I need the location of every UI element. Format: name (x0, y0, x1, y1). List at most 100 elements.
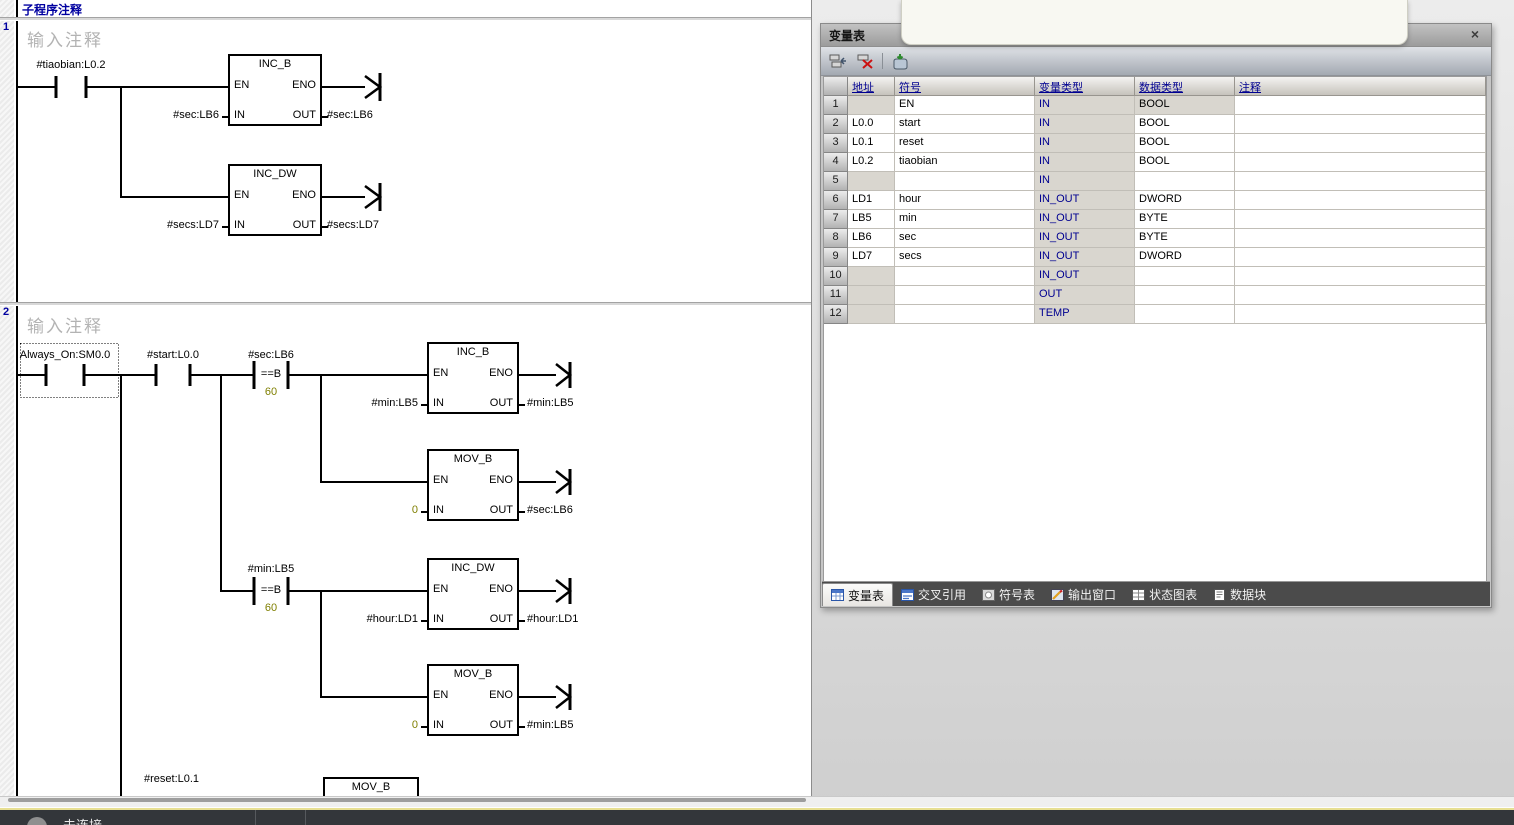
cell-vartype[interactable]: IN (1035, 172, 1135, 191)
operand-label[interactable]: #secs:LD7 (327, 219, 379, 232)
tab-data-block[interactable]: 数据块 (1205, 583, 1274, 606)
compare-operand[interactable]: #min:LB5 (221, 563, 321, 576)
cell-symbol[interactable]: reset (895, 134, 1035, 153)
operand-label[interactable]: #hour:LD1 (527, 613, 578, 626)
cell-address[interactable]: L0.2 (848, 153, 895, 172)
cell-datatype[interactable] (1135, 305, 1235, 324)
insert-row-button[interactable] (828, 52, 848, 70)
contact-label[interactable]: #tiaobian:L0.2 (21, 59, 121, 72)
compare-constant[interactable]: 60 (221, 602, 321, 615)
cell-datatype[interactable]: BOOL (1135, 134, 1235, 153)
row-number[interactable]: 6 (824, 191, 848, 210)
cell-datatype[interactable] (1135, 172, 1235, 191)
delete-row-button[interactable] (855, 52, 875, 70)
row-number[interactable]: 8 (824, 229, 848, 248)
cell-address[interactable]: LB6 (848, 229, 895, 248)
cell-symbol[interactable]: start (895, 115, 1035, 134)
contact-label[interactable]: #start:L0.0 (123, 349, 223, 362)
cell-symbol[interactable]: hour (895, 191, 1035, 210)
cell-vartype[interactable]: IN (1035, 134, 1135, 153)
scrollbar-thumb[interactable] (8, 798, 806, 802)
cell-address[interactable]: LD1 (848, 191, 895, 210)
block-title[interactable]: MOV_B (428, 453, 518, 466)
tab-status-chart[interactable]: 状态图表 (1124, 583, 1205, 606)
constant-operand[interactable]: 0 (339, 719, 418, 732)
cell-address[interactable]: LD7 (848, 248, 895, 267)
contact-start[interactable] (156, 364, 190, 386)
block-title[interactable]: MOV_B (428, 668, 518, 681)
close-icon[interactable]: × (1467, 27, 1483, 43)
row-number[interactable]: 11 (824, 286, 848, 305)
program-comment[interactable]: 子程序注释 (22, 1, 82, 18)
constant-operand[interactable]: 0 (339, 504, 418, 517)
cell-address[interactable]: L0.0 (848, 115, 895, 134)
operand-label[interactable]: #sec:LB6 (140, 109, 219, 122)
cell-address[interactable] (848, 96, 895, 115)
row-number[interactable]: 2 (824, 115, 848, 134)
row-number[interactable]: 9 (824, 248, 848, 267)
compare-operand[interactable]: #sec:LB6 (221, 349, 321, 362)
cell-datatype[interactable]: BOOL (1135, 115, 1235, 134)
cell-symbol[interactable] (895, 267, 1035, 286)
cell-symbol[interactable] (895, 286, 1035, 305)
cell-datatype[interactable]: BOOL (1135, 96, 1235, 115)
cell-comment[interactable] (1235, 229, 1486, 248)
operand-label[interactable]: #secs:LD7 (140, 219, 219, 232)
network-1-comment[interactable]: 输入注释 (27, 26, 103, 51)
cell-symbol[interactable] (895, 305, 1035, 324)
cell-vartype[interactable]: IN (1035, 153, 1135, 172)
cell-comment[interactable] (1235, 134, 1486, 153)
compare-constant[interactable]: 60 (221, 386, 321, 399)
cell-address[interactable]: LB5 (848, 210, 895, 229)
contact-tiaobian[interactable] (56, 76, 86, 98)
cell-comment[interactable] (1235, 210, 1486, 229)
cell-datatype[interactable] (1135, 286, 1235, 305)
network-2-comment[interactable]: 输入注释 (27, 312, 103, 337)
cell-datatype[interactable]: BYTE (1135, 229, 1235, 248)
cell-comment[interactable] (1235, 305, 1486, 324)
cell-address[interactable] (848, 172, 895, 191)
block-title[interactable]: INC_B (229, 58, 321, 71)
cell-vartype[interactable]: IN (1035, 96, 1135, 115)
cell-vartype[interactable]: TEMP (1035, 305, 1135, 324)
cell-symbol[interactable] (895, 172, 1035, 191)
cell-comment[interactable] (1235, 153, 1486, 172)
tab-symbol-table[interactable]: 符号表 (974, 583, 1043, 606)
cell-symbol[interactable]: min (895, 210, 1035, 229)
row-number[interactable]: 7 (824, 210, 848, 229)
cell-vartype[interactable]: IN_OUT (1035, 248, 1135, 267)
cell-symbol[interactable]: sec (895, 229, 1035, 248)
cell-datatype[interactable]: DWORD (1135, 191, 1235, 210)
cell-address[interactable] (848, 267, 895, 286)
cell-datatype[interactable] (1135, 267, 1235, 286)
contact-label[interactable]: Always_On:SM0.0 (15, 349, 115, 362)
block-title[interactable]: INC_DW (428, 562, 518, 575)
cell-comment[interactable] (1235, 286, 1486, 305)
contact-always-on[interactable] (46, 364, 84, 386)
cell-vartype[interactable]: IN (1035, 115, 1135, 134)
cell-address[interactable] (848, 286, 895, 305)
cell-vartype[interactable]: IN_OUT (1035, 229, 1135, 248)
tab-variable-table[interactable]: 变量表 (822, 583, 893, 606)
block-title[interactable]: INC_DW (229, 168, 321, 181)
cell-comment[interactable] (1235, 267, 1486, 286)
cell-comment[interactable] (1235, 191, 1486, 210)
cell-comment[interactable] (1235, 172, 1486, 191)
contact-label[interactable]: #reset:L0.1 (144, 773, 199, 786)
block-title[interactable]: MOV_B (324, 781, 418, 794)
cell-symbol[interactable]: secs (895, 248, 1035, 267)
cell-comment[interactable] (1235, 248, 1486, 267)
cell-symbol[interactable]: tiaobian (895, 153, 1035, 172)
cell-comment[interactable] (1235, 96, 1486, 115)
row-number[interactable]: 1 (824, 96, 848, 115)
operand-label[interactable]: #min:LB5 (527, 719, 573, 732)
row-number[interactable]: 10 (824, 267, 848, 286)
cell-datatype[interactable]: BYTE (1135, 210, 1235, 229)
cell-vartype[interactable]: IN_OUT (1035, 191, 1135, 210)
cell-vartype[interactable]: OUT (1035, 286, 1135, 305)
tab-cross-reference[interactable]: 交叉引用 (893, 583, 974, 606)
operand-label[interactable]: #hour:LD1 (339, 613, 418, 626)
row-number[interactable]: 12 (824, 305, 848, 324)
cell-comment[interactable] (1235, 115, 1486, 134)
operand-label[interactable]: #sec:LB6 (527, 504, 573, 517)
